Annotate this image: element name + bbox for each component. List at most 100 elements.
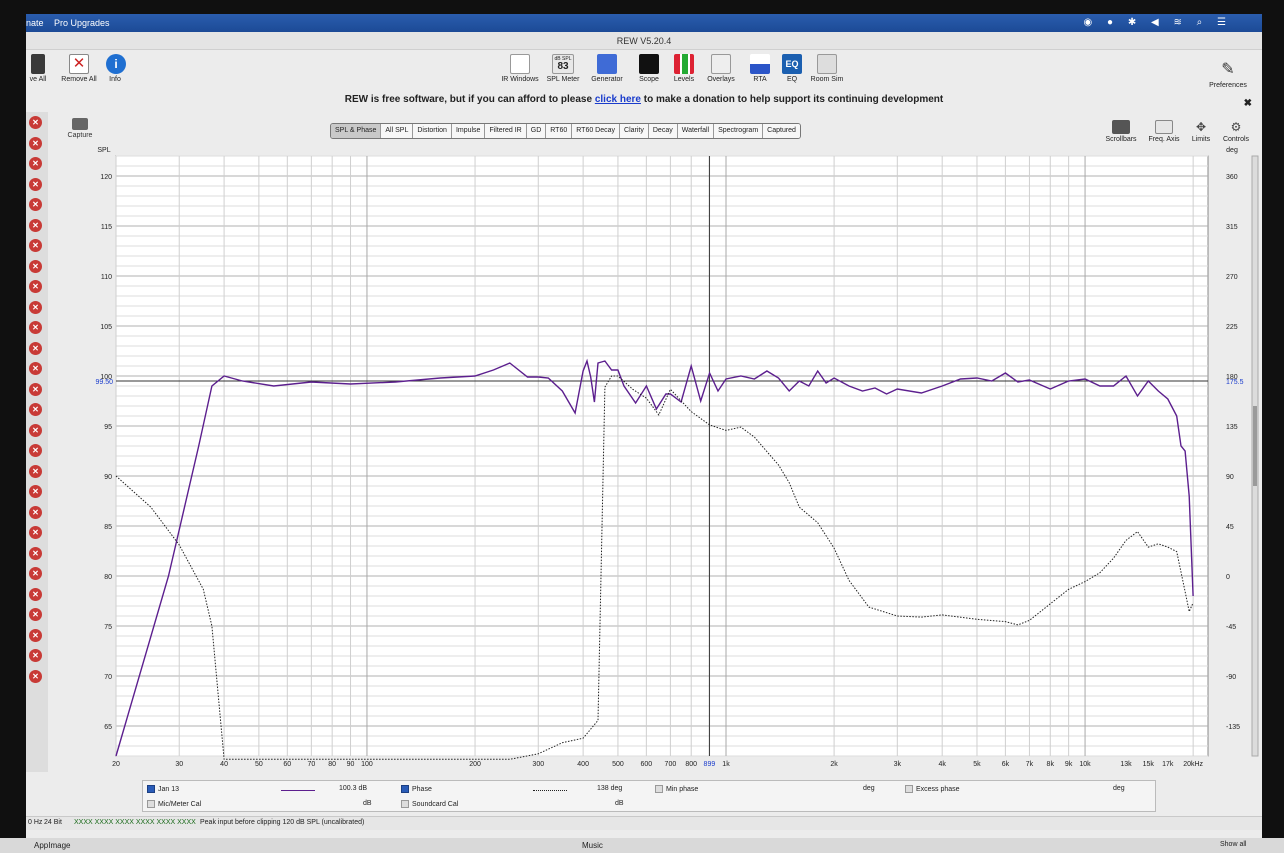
room-sim-button[interactable]: Room Sim <box>809 54 845 83</box>
eq-icon: EQ <box>782 54 802 74</box>
tab-rt60-decay[interactable]: RT60 Decay <box>572 124 621 138</box>
min-phase-checkbox[interactable] <box>655 785 663 793</box>
remove-measurement-icon[interactable]: ✕ <box>29 423 42 437</box>
legend-mic-cal[interactable]: Mic/Meter Cal <box>147 800 201 808</box>
remove-measurement-icon[interactable]: ✕ <box>29 218 42 232</box>
x-tick-label: 15k <box>1143 761 1155 768</box>
soundcard-cal-checkbox[interactable] <box>401 800 409 808</box>
remove-measurement-icon[interactable]: ✕ <box>29 198 42 211</box>
tab-gd[interactable]: GD <box>526 124 547 138</box>
remove-measurement-icon[interactable]: ✕ <box>29 608 42 621</box>
eq-button[interactable]: EQ EQ <box>779 54 805 83</box>
rta-label: RTA <box>753 76 767 83</box>
menu-item-donate[interactable]: nate <box>26 18 44 28</box>
scrollbars-control[interactable]: Scrollbars <box>1104 120 1138 143</box>
remove-measurement-icon[interactable]: ✕ <box>29 382 42 396</box>
tab-waterfall[interactable]: Waterfall <box>677 124 715 138</box>
taskbar-appimage[interactable]: AppImage <box>34 841 70 850</box>
save-all-label: ve All <box>29 76 47 83</box>
tab-spectrogram[interactable]: Spectrogram <box>714 124 764 138</box>
levels-button[interactable]: Levels <box>668 54 700 83</box>
spl-phase-graph[interactable]: SPL deg 120 115 110 105 100 95 90 85 80 75 70 65 360 31… <box>56 142 1262 778</box>
freq-axis-control[interactable]: Freq. Axis <box>1146 120 1182 143</box>
legend-jan13-value: 100.3 dB <box>339 785 368 792</box>
banner-close-button[interactable]: ✖ <box>1244 98 1252 109</box>
remove-measurement-icon[interactable]: ✕ <box>29 136 42 150</box>
tab-all-spl[interactable]: All SPL <box>381 124 414 138</box>
remove-measurement-icon[interactable]: ✕ <box>29 362 42 375</box>
remove-measurement-icon[interactable]: ✕ <box>29 526 42 539</box>
tab-rt60[interactable]: RT60 <box>546 124 573 138</box>
mic-cal-checkbox[interactable] <box>147 800 155 808</box>
tab-captured[interactable]: Captured <box>763 124 800 138</box>
controls-control[interactable]: ⚙ Controls <box>1220 120 1252 143</box>
system-tray-icons[interactable]: ◉ ● ✱ ◀ ≋ ⌕ ☰ <box>1084 17 1232 28</box>
capture-button[interactable]: Capture <box>62 118 98 139</box>
remove-measurement-icon[interactable]: ✕ <box>29 649 42 662</box>
x-tick-label: 400 <box>577 761 589 768</box>
remove-measurement-icon[interactable]: ✕ <box>29 280 42 293</box>
info-label: Info <box>109 76 121 83</box>
taskbar-show-all[interactable]: Show all <box>1220 841 1246 848</box>
y-tick-label: 75 <box>104 624 112 631</box>
remove-measurement-icon[interactable]: ✕ <box>29 587 42 601</box>
legend-phase[interactable]: Phase <box>401 785 432 793</box>
remove-measurement-icon[interactable]: ✕ <box>29 628 42 642</box>
remove-measurement-icon[interactable]: ✕ <box>29 485 42 498</box>
remove-measurement-icon[interactable]: ✕ <box>29 259 42 273</box>
tab-distortion[interactable]: Distortion <box>413 124 452 138</box>
remove-measurement-icon[interactable]: ✕ <box>29 546 42 560</box>
remove-measurement-icon[interactable]: ✕ <box>29 239 42 252</box>
remove-measurement-icon[interactable]: ✕ <box>29 341 42 355</box>
rta-button[interactable]: RTA <box>745 54 775 83</box>
menu-item-pro-upgrades[interactable]: Pro Upgrades <box>54 18 110 28</box>
remove-measurement-icon[interactable]: ✕ <box>29 116 42 129</box>
save-all-button[interactable]: ve All <box>26 54 50 83</box>
scope-button[interactable]: Scope <box>633 54 665 83</box>
legend-phase-value: 138 deg <box>597 785 623 792</box>
legend-min-phase[interactable]: Min phase <box>655 785 698 793</box>
room-sim-icon <box>817 54 837 74</box>
remove-all-button[interactable]: ✕ Remove All <box>58 54 100 83</box>
gear-icon: ⚙ <box>1230 120 1242 134</box>
remove-measurement-icon[interactable]: ✕ <box>29 444 42 457</box>
tab-impulse[interactable]: Impulse <box>451 124 486 138</box>
jan13-checkbox[interactable] <box>147 785 155 793</box>
remove-measurement-icon[interactable]: ✕ <box>29 403 42 416</box>
generator-label: Generator <box>591 76 623 83</box>
scrollbars-icon <box>1112 120 1130 134</box>
remove-measurement-icon[interactable]: ✕ <box>29 669 42 683</box>
camera-icon <box>72 118 88 130</box>
tab-clarity[interactable]: Clarity <box>620 124 649 138</box>
donate-link[interactable]: click here <box>595 94 641 105</box>
remove-measurement-icon[interactable]: ✕ <box>29 464 42 478</box>
ir-windows-button[interactable]: IR Windows <box>500 54 540 83</box>
legend-jan13[interactable]: Jan 13 <box>147 785 179 793</box>
remove-measurement-icon[interactable]: ✕ <box>29 505 42 519</box>
taskbar: AppImage Music Show all <box>0 838 1284 853</box>
taskbar-music[interactable]: Music <box>582 841 603 850</box>
status-sample-rate: 0 Hz <box>28 819 43 826</box>
remove-measurement-icon[interactable]: ✕ <box>29 300 42 314</box>
legend-soundcard-cal[interactable]: Soundcard Cal <box>401 800 458 808</box>
limits-control[interactable]: ✥ Limits <box>1188 120 1214 143</box>
phase-checkbox[interactable] <box>401 785 409 793</box>
graph-tabs: SPL & Phase All SPL Distortion Impulse F… <box>330 123 801 139</box>
tab-filtered-ir[interactable]: Filtered IR <box>485 124 527 138</box>
spl-meter-button[interactable]: dB SPL 83 SPL Meter <box>544 54 582 83</box>
generator-button[interactable]: Generator <box>588 54 626 83</box>
legend-excess-phase[interactable]: Excess phase <box>905 785 960 793</box>
tab-decay[interactable]: Decay <box>648 124 678 138</box>
info-button[interactable]: i Info <box>106 54 126 83</box>
y2-tick-label: -90 <box>1226 674 1236 681</box>
remove-measurement-icon[interactable]: ✕ <box>29 157 42 170</box>
preferences-button[interactable]: ✎ Preferences <box>1206 60 1250 89</box>
legend-min-phase-value: deg <box>863 785 875 792</box>
overlays-button[interactable]: Overlays <box>703 54 739 83</box>
remove-measurement-icon[interactable]: ✕ <box>29 567 42 580</box>
x-tick-label: 30 <box>175 761 183 768</box>
remove-measurement-icon[interactable]: ✕ <box>29 321 42 334</box>
excess-phase-checkbox[interactable] <box>905 785 913 793</box>
remove-measurement-icon[interactable]: ✕ <box>29 177 42 191</box>
tab-spl-phase[interactable]: SPL & Phase <box>331 124 382 138</box>
